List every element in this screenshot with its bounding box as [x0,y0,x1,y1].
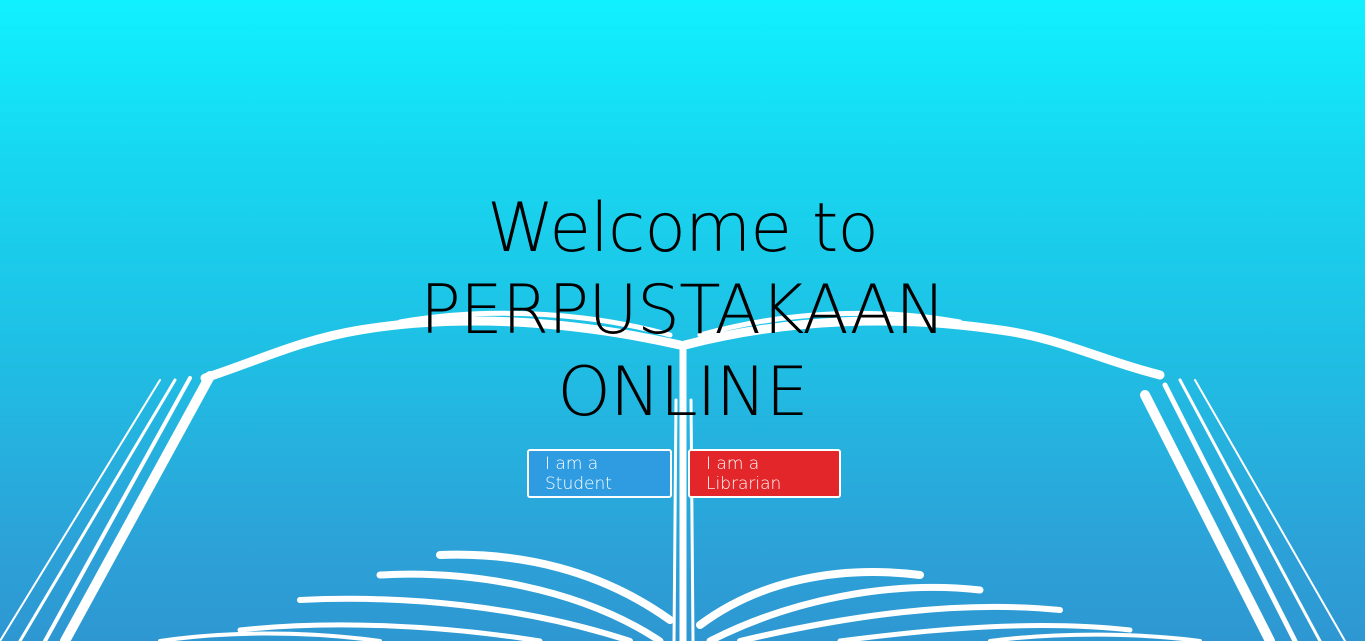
title-line-perpustakaan: PERPUSTAKAAN [419,271,946,350]
student-button[interactable]: I am a Student [527,449,672,498]
title-line-welcome: Welcome to [487,189,879,268]
librarian-button[interactable]: I am a Librarian [688,449,841,498]
role-buttons: I am a Student I am a Librarian [0,449,1365,498]
title-line-online: ONLINE [557,353,808,432]
hero-section: Welcome to PERPUSTAKAAN ONLINE I am a St… [0,0,1365,641]
page-title: Welcome to PERPUSTAKAAN ONLINE [0,188,1365,434]
